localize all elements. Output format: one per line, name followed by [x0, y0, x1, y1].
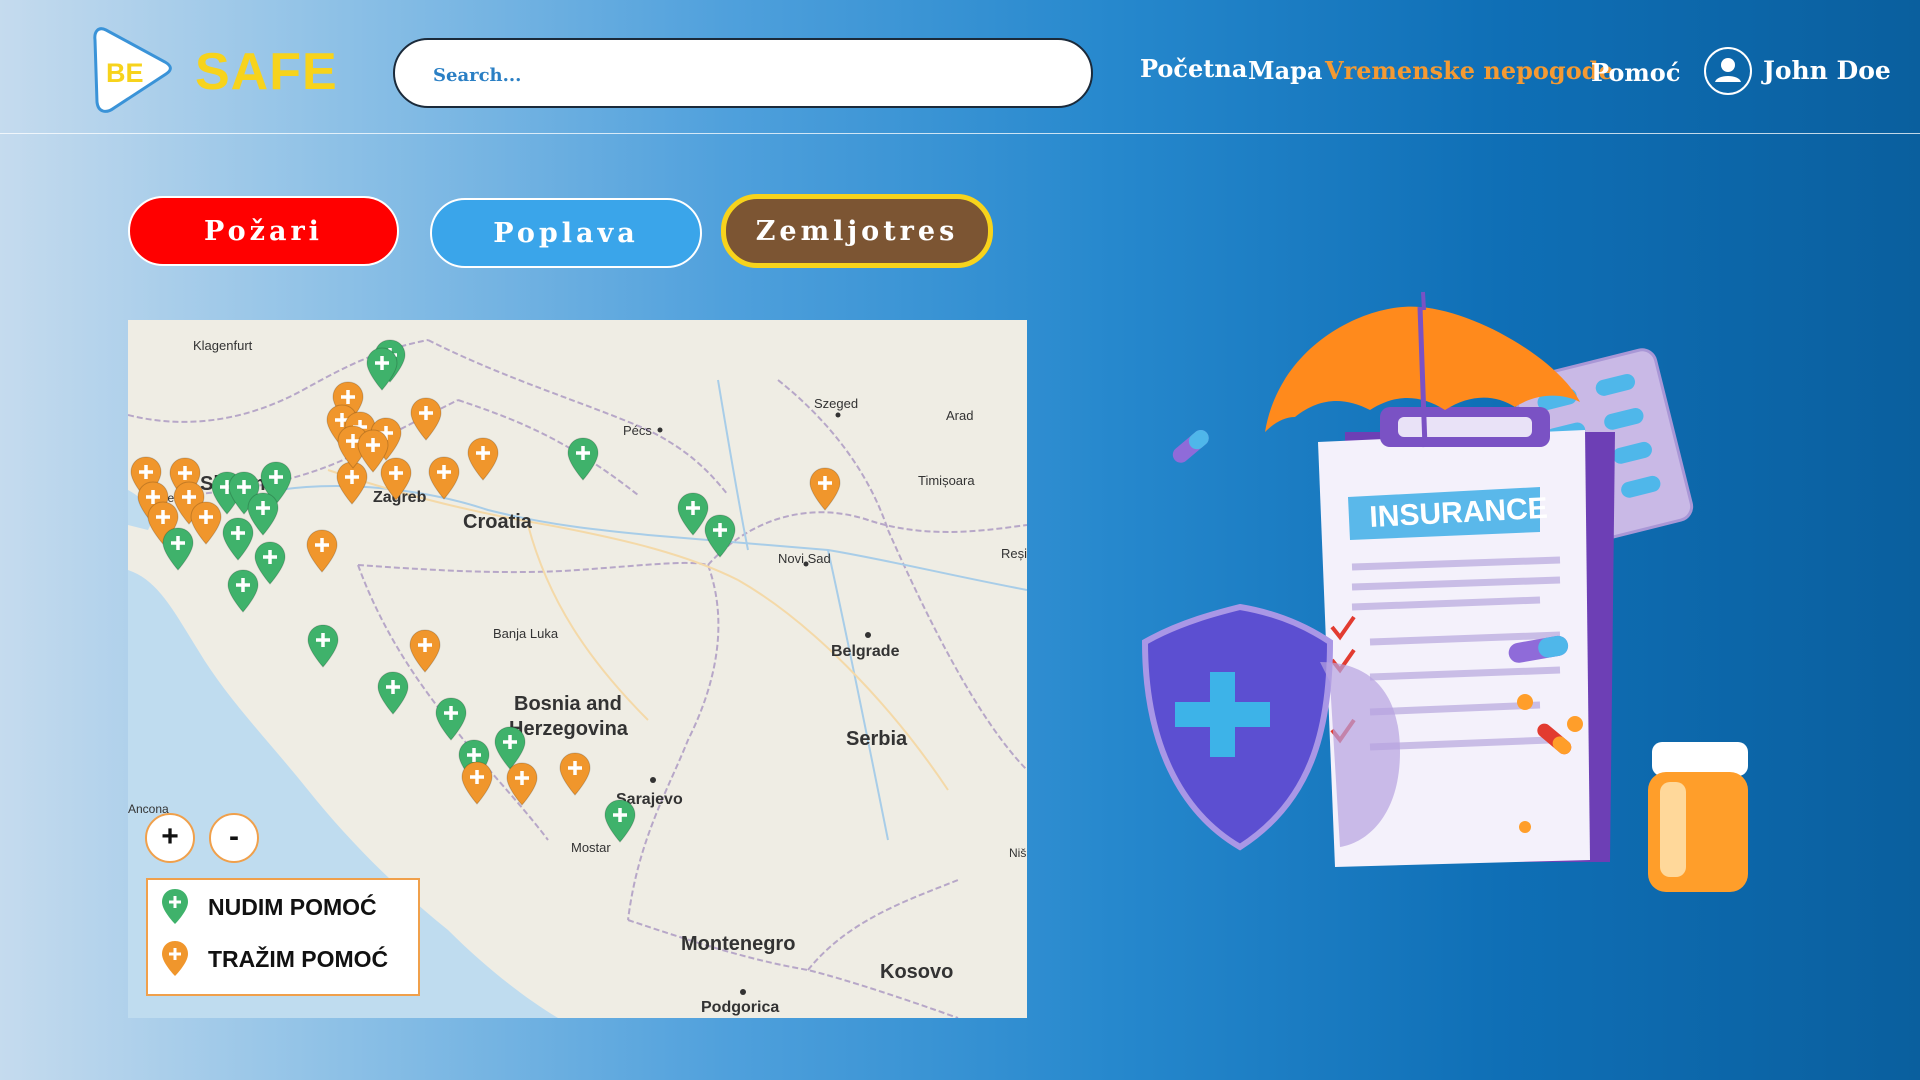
label-herzegovina: Herzegovina	[509, 718, 629, 740]
filter-zemljotres-button[interactable]: Zemljotres	[721, 194, 993, 268]
nav-link-pocetna[interactable]: Početna	[1140, 54, 1247, 83]
filter-poplava-button[interactable]: Poplava	[430, 198, 702, 268]
zoom-out-button[interactable]: -	[209, 813, 259, 863]
filter-zemljotres-label: Zemljotres	[755, 215, 959, 247]
label-serbia: Serbia	[846, 728, 908, 750]
logo-badge-text: BE	[106, 58, 144, 88]
label-klagenfurt: Klagenfurt	[193, 338, 253, 353]
top-bar: BE SAFE Početna Mapa Vremenske nepogode …	[0, 0, 1920, 134]
filter-pozari-button[interactable]: Požari	[128, 196, 399, 266]
label-belgrade: Belgrade	[831, 643, 900, 660]
label-montenegro: Montenegro	[681, 933, 795, 955]
label-pecs: Pécs	[623, 423, 652, 438]
pill-bottle-icon	[1648, 742, 1748, 892]
search-input[interactable]	[431, 60, 1055, 90]
user-avatar-icon[interactable]	[1703, 46, 1753, 96]
label-resita: Reși	[1001, 546, 1027, 561]
user-name: John Doe	[1763, 56, 1891, 85]
zoom-in-button[interactable]: +	[145, 813, 195, 863]
label-bosnia: Bosnia and	[514, 693, 622, 715]
nav-link-vremenske-nepogode[interactable]: Vremenske nepogode	[1325, 56, 1614, 85]
label-croatia: Croatia	[463, 511, 533, 533]
logo-word: SAFE	[195, 43, 338, 101]
label-timisoara: Timișoara	[918, 473, 975, 488]
legend-label-trazim: TRAŽIM POMOĆ	[208, 946, 389, 972]
insurance-illustration: INSURANCE	[1141, 291, 1748, 892]
label-podgorica: Podgorica	[701, 999, 779, 1016]
nav-link-mapa[interactable]: Mapa	[1248, 56, 1322, 85]
label-szeged: Szeged	[814, 396, 858, 411]
besafe-logo[interactable]: BE SAFE	[92, 24, 352, 116]
label-mostar: Mostar	[571, 840, 611, 855]
orange-pin-icon	[162, 941, 188, 976]
filter-pozari-label: Požari	[204, 215, 323, 247]
map-legend: NUDIM POMOĆ TRAŽIM POMOĆ	[146, 878, 420, 996]
label-nis: Niš	[1009, 846, 1026, 860]
green-pin-icon	[162, 889, 188, 924]
label-banja-luka: Banja Luka	[493, 626, 559, 641]
nav-link-pomoc[interactable]: Pomoć	[1591, 58, 1680, 87]
search-bar	[393, 38, 1093, 108]
filter-poplava-label: Poplava	[493, 217, 639, 249]
map-view[interactable]: Klagenfurt Slovenia Trieste Zagreb Croat…	[128, 320, 1027, 1018]
legend-label-nudim: NUDIM POMOĆ	[208, 894, 377, 920]
label-kosovo: Kosovo	[880, 961, 953, 983]
label-arad: Arad	[946, 408, 973, 423]
